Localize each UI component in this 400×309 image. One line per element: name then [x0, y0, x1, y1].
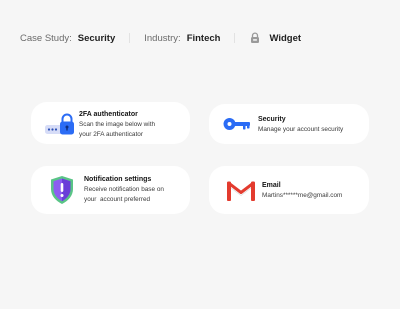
- twofa-description-line2: your 2FA authenticator: [79, 130, 143, 138]
- industry-value: Fintech: [186, 32, 221, 44]
- padlock-password-icon: [45, 113, 75, 142]
- security-card[interactable]: Security Manage your account security: [209, 104, 369, 144]
- twofa-description-line1: Scan the image below with: [79, 121, 156, 128]
- security-title: Security: [258, 116, 286, 123]
- email-title: Email: [262, 182, 281, 189]
- security-description: Manage your account security: [258, 126, 344, 133]
- case-study-value: Security: [77, 32, 116, 44]
- twofa-card[interactable]: 2FA authenticator Scan the image below w…: [31, 102, 190, 144]
- case-study-label: Case Study:: [20, 32, 72, 44]
- notification-settings-description-line2: your account preferred: [84, 195, 151, 203]
- case-study-header: Case Study: Security Industry: Fintech W…: [20, 31, 301, 45]
- notification-settings-description-line1: Receive notification base on: [84, 186, 164, 193]
- notification-settings-card[interactable]: Notification settings Receive notificati…: [31, 166, 190, 214]
- gmail-icon: [227, 180, 255, 206]
- industry-label: Industry:: [144, 32, 181, 44]
- key-icon: [223, 117, 251, 136]
- widget-label: Widget: [269, 32, 302, 44]
- email-address: Martins******me@gmail.com: [262, 192, 343, 199]
- header-divider: [234, 33, 236, 43]
- lock-icon: [249, 32, 261, 44]
- twofa-title: 2FA authenticator: [79, 111, 138, 118]
- shield-alert-icon: [50, 175, 74, 210]
- email-card[interactable]: Email Martins******me@gmail.com: [209, 166, 369, 214]
- header-divider: [129, 33, 131, 43]
- notification-settings-title: Notification settings: [84, 176, 152, 183]
